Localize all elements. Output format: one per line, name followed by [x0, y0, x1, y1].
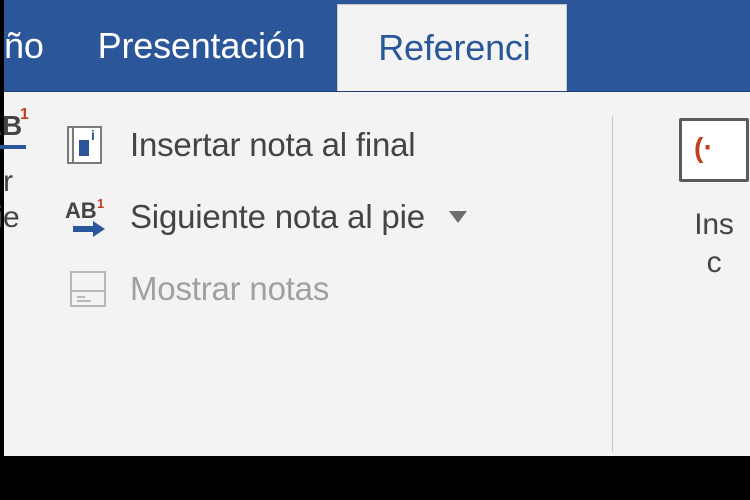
tab-label: Referenci	[378, 27, 530, 69]
tab-label: ño	[4, 25, 44, 67]
ribbon-body: AB 1 r ie	[4, 92, 750, 500]
insert-endnote-button[interactable]: i Insertar nota al final	[64, 118, 594, 172]
show-notes-label: Mostrar notas	[130, 270, 329, 308]
tab-diseno[interactable]: ño	[4, 0, 66, 91]
insert-citation-button[interactable]: Ins c	[670, 118, 750, 281]
insert-citation-icon	[679, 118, 749, 182]
tab-referencias[interactable]: Referenci	[337, 4, 567, 91]
next-footnote-icon: AB 1	[64, 195, 112, 239]
next-footnote-button[interactable]: AB 1 Siguiente nota al pie	[64, 190, 594, 244]
tab-label: Presentación	[98, 25, 306, 67]
next-footnote-label: Siguiente nota al pie	[130, 198, 425, 236]
svg-text:i: i	[91, 127, 95, 143]
insert-endnote-label: Insertar nota al final	[130, 126, 415, 164]
insert-endnote-icon: i	[64, 123, 112, 167]
svg-text:AB: AB	[65, 198, 96, 223]
insert-citation-label: Ins c	[654, 206, 750, 281]
show-notes-icon	[64, 267, 112, 311]
ribbon-tabs: ño Presentación Referenci	[4, 0, 750, 92]
group-separator	[612, 116, 613, 452]
svg-text:1: 1	[97, 196, 104, 211]
tab-presentacion[interactable]: Presentación	[66, 0, 338, 91]
chevron-down-icon[interactable]	[449, 211, 467, 223]
crop-bottom-bar	[4, 456, 750, 500]
show-notes-button: Mostrar notas	[64, 262, 594, 316]
